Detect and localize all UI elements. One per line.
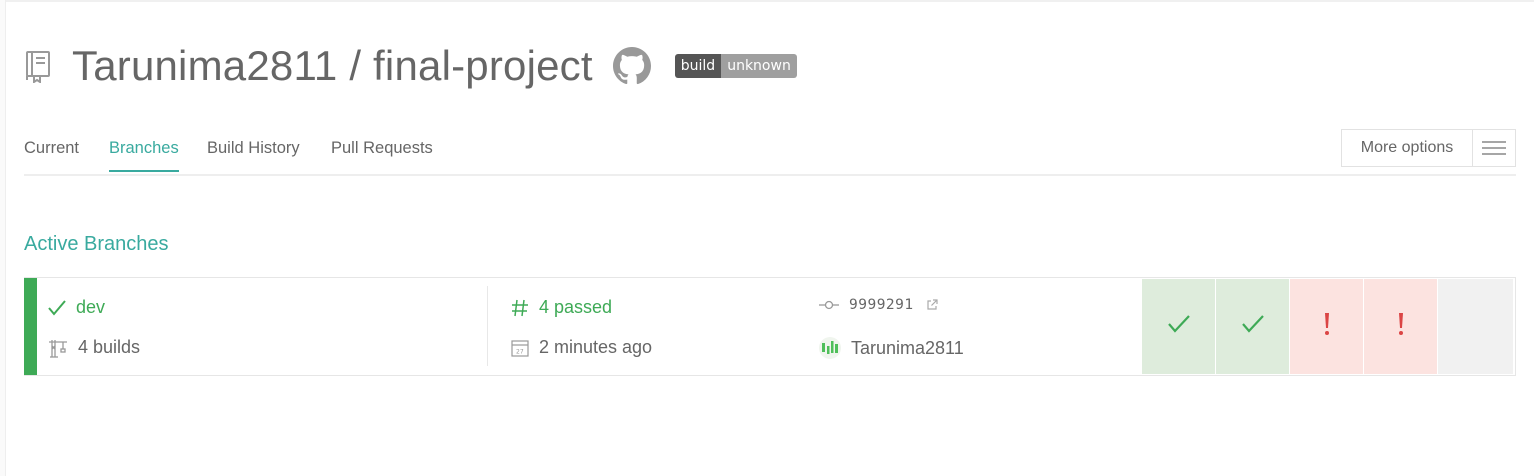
hash-icon (511, 299, 529, 317)
history-build-failed[interactable] (1364, 279, 1438, 374)
exclamation-icon (1323, 312, 1331, 341)
repo-header: Tarunima2811 / final-project build unkno… (24, 38, 797, 94)
window-left-edge (0, 0, 6, 476)
tab-build-history[interactable]: Build History (207, 139, 300, 170)
check-icon (48, 299, 66, 316)
commit-line: 9999291 (819, 297, 948, 313)
history-build-passed[interactable] (1216, 279, 1290, 374)
tab-pull-requests[interactable]: Pull Requests (331, 139, 433, 170)
commit-sha-link[interactable]: 9999291 (849, 297, 914, 313)
active-branches-heading: Active Branches (24, 233, 169, 255)
window-top-edge (0, 0, 1534, 2)
branch-name-link[interactable]: dev (76, 297, 105, 318)
branch-name-line: dev (48, 297, 105, 318)
row-divider (487, 286, 488, 366)
build-count: 4 builds (78, 337, 141, 357)
build-status-link[interactable]: 4 passed (539, 297, 612, 318)
tab-current[interactable]: Current (24, 139, 79, 170)
commit-icon (819, 299, 839, 311)
external-link-icon[interactable] (926, 299, 938, 311)
branch-builds-line: 4 builds (48, 337, 140, 358)
author-line: Tarunima2811 (819, 337, 964, 359)
build-status-badge[interactable]: build unknown (674, 54, 797, 78)
repo-title: Tarunima2811 / final-project (72, 42, 593, 89)
github-icon[interactable] (612, 47, 651, 85)
badge-value: unknown (721, 54, 797, 78)
build-time-line: 27 2 minutes ago (511, 337, 652, 358)
branch-status-bar (24, 278, 37, 375)
repo-book-icon (24, 49, 54, 83)
build-history-strip (1142, 278, 1514, 375)
more-options-button[interactable]: More options (1341, 129, 1516, 167)
hamburger-icon (1473, 130, 1515, 166)
branch-row[interactable]: dev 4 builds 4 passed 27 2 minutes ago 9… (24, 277, 1516, 376)
repo-tabs: Current Branches Build History Pull Requ… (24, 128, 1516, 176)
history-build-failed[interactable] (1290, 279, 1364, 374)
build-status-line: 4 passed (511, 297, 612, 318)
tab-branches[interactable]: Branches (109, 139, 179, 172)
build-time: 2 minutes ago (539, 337, 653, 357)
more-options-label: More options (1342, 130, 1473, 166)
badge-label: build (674, 54, 722, 78)
check-icon (1241, 314, 1265, 339)
history-build-empty (1438, 279, 1514, 374)
calendar-icon: 27 (511, 339, 529, 357)
commit-author: Tarunima2811 (851, 337, 964, 358)
exclamation-icon (1397, 312, 1405, 341)
avatar-icon (819, 337, 841, 359)
crane-icon (48, 338, 68, 358)
history-build-passed[interactable] (1142, 279, 1216, 374)
check-icon (1167, 314, 1191, 339)
svg-text:27: 27 (516, 348, 524, 355)
